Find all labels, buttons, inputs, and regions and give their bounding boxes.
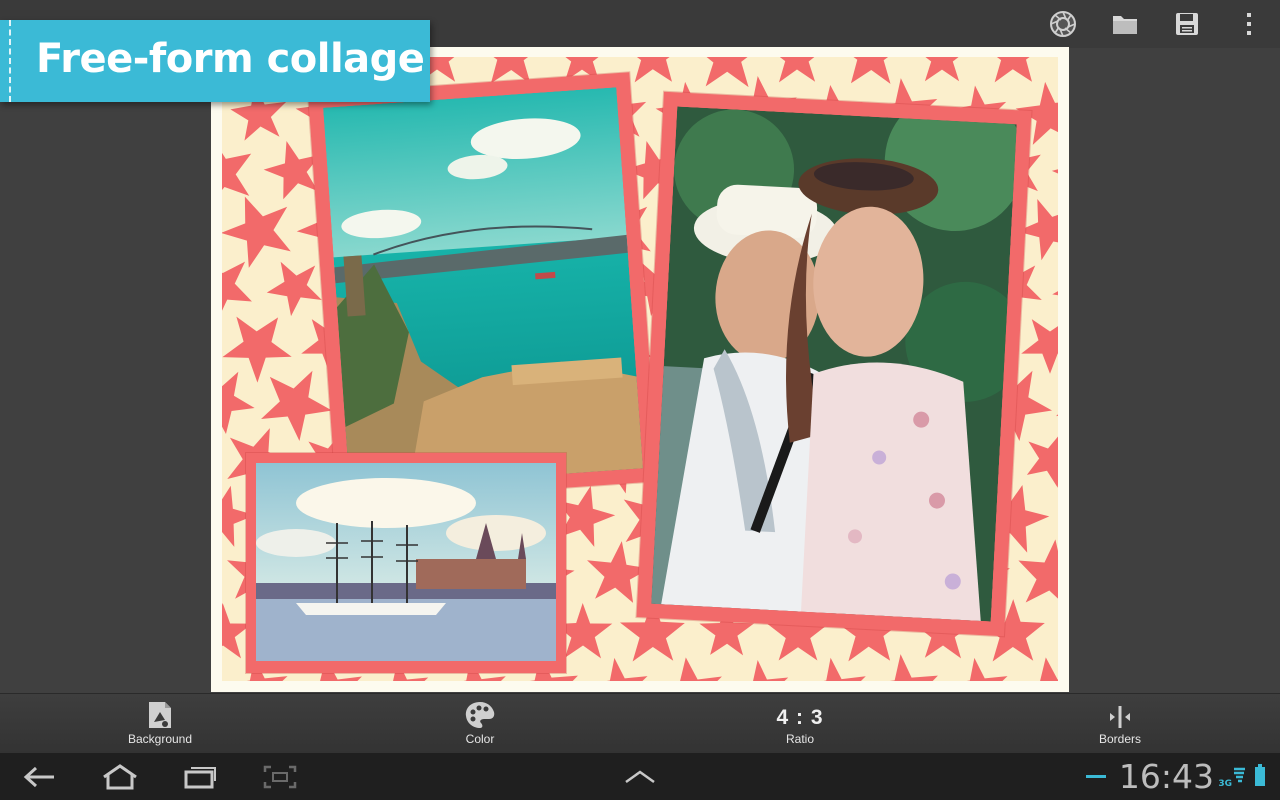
starfish-mark (222, 370, 258, 439)
ratio-label: Ratio (785, 732, 814, 746)
borders-button[interactable]: Borders (1060, 694, 1180, 754)
collage-canvas[interactable] (211, 47, 1069, 692)
network-type: 3G (1218, 779, 1232, 789)
starfish-mark (652, 653, 727, 681)
starfish-mark (222, 183, 303, 273)
starfish-mark (1021, 319, 1058, 374)
photo-frame-couple[interactable] (636, 91, 1032, 637)
collage-toolbar: Background Color 4 : 3 Ratio Borders (0, 693, 1280, 753)
signal-icon (1232, 765, 1246, 789)
home-icon[interactable] (90, 757, 150, 797)
starfish-mark (261, 255, 324, 320)
starfish-mark (937, 652, 1018, 681)
ratio-value: 4 : 3 (776, 706, 824, 729)
save-icon[interactable] (1171, 8, 1203, 40)
starfish-mark (1043, 243, 1058, 330)
shutter-icon[interactable] (1047, 8, 1079, 40)
recent-apps-icon[interactable] (170, 757, 230, 797)
photo-fortress-bosphorus (323, 87, 643, 489)
starfish-mark (1046, 132, 1058, 209)
background-icon (145, 694, 175, 730)
banner-stitch (9, 20, 11, 102)
starfish-mark (577, 652, 658, 681)
background-button[interactable]: Background (100, 694, 220, 754)
app-window: Free-form collage Background Color 4: 3… (0, 0, 1280, 800)
palette-icon (464, 694, 496, 730)
starfish-mark (222, 244, 267, 332)
photo-couple (651, 106, 1017, 622)
collage-background[interactable] (222, 57, 1058, 681)
starfish-mark (915, 57, 969, 82)
background-label: Background (127, 732, 193, 746)
photo-frame-tall-ship[interactable] (246, 453, 566, 673)
folder-icon[interactable] (1109, 8, 1141, 40)
color-label: Color (465, 732, 495, 746)
screenshot-icon[interactable] (250, 757, 310, 797)
back-icon[interactable] (10, 757, 70, 797)
overflow-menu-icon[interactable] (1233, 8, 1265, 40)
chevron-up-icon[interactable] (610, 757, 670, 797)
starfish-mark (1048, 597, 1058, 671)
borders-label: Borders (1098, 732, 1142, 746)
borders-icon (1106, 694, 1134, 730)
starfish-mark (1012, 653, 1058, 681)
starfish-mark (764, 57, 835, 93)
battery-icon (1254, 763, 1266, 791)
starfish-mark (1053, 368, 1058, 438)
starfish-mark (796, 653, 868, 681)
starfish-mark (724, 652, 802, 681)
photo-tall-ship (256, 463, 556, 661)
clock[interactable]: 16:43 (1119, 757, 1214, 796)
notification-dash-icon[interactable] (1086, 775, 1106, 778)
system-bar: 16:43 3G (0, 753, 1280, 800)
ratio-button[interactable]: 4 : 3 Ratio (740, 694, 860, 754)
photo-frame-fortress[interactable] (308, 72, 658, 504)
mode-title-banner: Free-form collage (0, 20, 430, 102)
mode-title: Free-form collage (36, 36, 425, 82)
color-button[interactable]: Color (420, 694, 540, 754)
